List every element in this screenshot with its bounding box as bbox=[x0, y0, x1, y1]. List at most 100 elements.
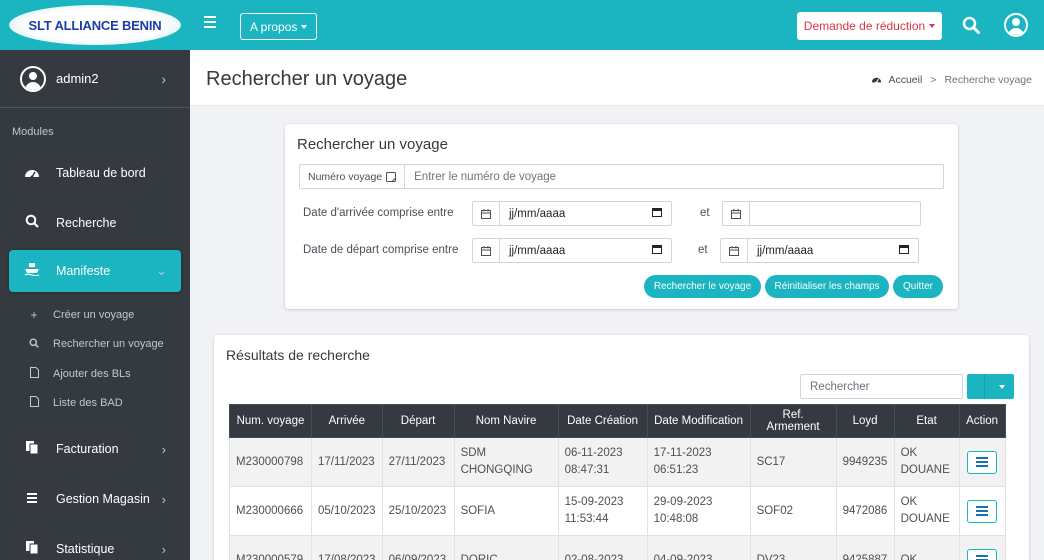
date-value: jj/mm/aaaa bbox=[509, 244, 566, 257]
sidebar-item-label: Statistique bbox=[56, 542, 115, 556]
results-split-main[interactable] bbox=[967, 374, 985, 399]
brand-bar: SLT ALLIANCE BENIN bbox=[0, 0, 190, 50]
cell-arrivee: 05/10/2023 bbox=[311, 486, 383, 536]
sidebar-subitem-label: Créer un voyage bbox=[53, 308, 135, 321]
list-icon bbox=[22, 491, 42, 508]
row-actions-button[interactable] bbox=[967, 499, 998, 523]
sidebar-item-manifeste[interactable]: Manifeste ⌄ bbox=[9, 250, 181, 292]
column-header[interactable]: Départ bbox=[381, 404, 455, 438]
column-header[interactable]: Loyd bbox=[835, 404, 895, 438]
cell-ref-armement: SC17 bbox=[749, 437, 837, 487]
departure-date-from-input[interactable]: jj/mm/aaaa bbox=[500, 239, 671, 262]
sidebar-item-facturation[interactable]: Facturation › bbox=[0, 424, 190, 474]
chevron-down-icon: ⌄ bbox=[156, 263, 167, 278]
sidebar-subitem-liste-bad[interactable]: Liste des BAD bbox=[0, 389, 190, 419]
sidebar-item-recherche[interactable]: Recherche bbox=[0, 198, 190, 248]
cell-num-voyage: M230000666 bbox=[229, 486, 312, 536]
cell-date-modification: 04-09-2023 bbox=[646, 535, 751, 560]
column-header[interactable]: Nom Navire bbox=[453, 404, 559, 438]
cell-action bbox=[958, 437, 1006, 487]
departure-date-to-group: jj/mm/aaaa bbox=[720, 238, 919, 263]
arrival-date-to-group bbox=[722, 201, 921, 226]
caret-down-icon bbox=[929, 24, 936, 28]
cell-nom-navire: SOFIA bbox=[453, 486, 559, 536]
column-header[interactable]: Date Création bbox=[557, 404, 648, 438]
quit-button[interactable]: Quitter bbox=[893, 275, 943, 298]
cell-loyd: 9949235 bbox=[835, 437, 895, 487]
cell-ref-armement: SOF02 bbox=[749, 486, 837, 536]
sidebar-item-label: Facturation bbox=[56, 442, 119, 456]
column-header[interactable]: Etat bbox=[893, 404, 960, 438]
cell-depart: 25/10/2023 bbox=[381, 486, 455, 536]
copy-icon bbox=[22, 440, 42, 458]
sidebar-item-tableau-de-bord[interactable]: Tableau de bord bbox=[0, 148, 190, 198]
hamburger-menu-icon[interactable] bbox=[204, 16, 216, 28]
page-title: Rechercher un voyage bbox=[206, 68, 408, 90]
caret-down-icon bbox=[301, 24, 308, 29]
column-header[interactable]: Ref. Armement bbox=[749, 404, 837, 438]
date-value: jj/mm/aaaa bbox=[757, 244, 814, 257]
results-search-input[interactable]: Rechercher bbox=[800, 374, 963, 399]
column-header[interactable]: Num. voyage bbox=[229, 404, 312, 438]
reset-fields-button[interactable]: Réinitialiser les champs bbox=[765, 275, 889, 298]
chevron-right-icon: › bbox=[161, 70, 166, 87]
apropos-dropdown-button[interactable]: A propos bbox=[240, 13, 318, 40]
cell-etat: OK DOUANE bbox=[893, 437, 960, 487]
sidebar-subitem-label: Ajouter des BLs bbox=[53, 367, 131, 380]
sidebar-item-label: Manifeste bbox=[56, 264, 111, 278]
cell-depart: 06/09/2023 bbox=[381, 535, 455, 560]
column-header[interactable]: Arrivée bbox=[311, 404, 383, 438]
cell-date-creation: 15-09-2023 11:53:44 bbox=[557, 486, 648, 536]
dashboard-icon bbox=[22, 165, 42, 182]
search-icon[interactable] bbox=[962, 16, 980, 34]
results-card: Résultats de recherche Rechercher Num. v… bbox=[214, 335, 1029, 560]
breadcrumb-current: Recherche voyage bbox=[944, 74, 1032, 86]
sidebar-item-statistique[interactable]: Statistique › bbox=[0, 524, 190, 560]
reduction-request-dropdown[interactable]: Demande de réduction bbox=[797, 12, 942, 40]
cell-nom-navire: SDM CHONGQING bbox=[453, 437, 559, 487]
departure-date-to-input[interactable]: jj/mm/aaaa bbox=[748, 239, 918, 262]
sidebar: SLT ALLIANCE BENIN admin2 › Modules Tabl… bbox=[0, 0, 190, 560]
search-icon bbox=[28, 337, 40, 351]
arrival-date-from-input[interactable]: jj/mm/aaaa bbox=[500, 202, 671, 225]
voyage-number-label: Numéro voyage bbox=[300, 165, 406, 188]
voyage-number-group: Numéro voyage Entrer le numéro de voyage bbox=[299, 164, 944, 189]
calendar-icon[interactable] bbox=[899, 244, 909, 257]
arrival-date-to-input[interactable] bbox=[750, 202, 920, 225]
calendar-icon bbox=[721, 239, 748, 262]
voyage-number-input[interactable]: Entrer le numéro de voyage bbox=[405, 165, 943, 188]
chevron-right-icon: › bbox=[161, 441, 166, 457]
calendar-icon[interactable] bbox=[652, 244, 662, 257]
cell-ref-armement: DV23 bbox=[749, 535, 837, 560]
column-header[interactable]: Date Modification bbox=[646, 404, 751, 438]
modules-heading: Modules bbox=[12, 126, 54, 138]
caret-down-icon[interactable] bbox=[985, 374, 1014, 399]
row-actions-button[interactable] bbox=[967, 548, 998, 560]
row-actions-button[interactable] bbox=[967, 450, 998, 474]
cell-etat: OK DOUANE bbox=[893, 486, 960, 536]
chevron-right-icon: › bbox=[161, 541, 166, 557]
sidebar-subitem-rechercher-voyage[interactable]: Rechercher un voyage bbox=[0, 330, 190, 360]
cell-date-modification: 17-11-2023 06:51:23 bbox=[646, 437, 751, 487]
calendar-icon bbox=[473, 202, 500, 225]
breadcrumb-home-link[interactable]: Accueil bbox=[888, 74, 922, 86]
table-row: M230000666 05/10/2023 25/10/2023 SOFIA 1… bbox=[229, 486, 1006, 536]
calendar-icon bbox=[723, 202, 750, 225]
sidebar-item-gestion-magasin[interactable]: Gestion Magasin › bbox=[0, 474, 190, 524]
table-header-row: Num. voyage Arrivée Départ Nom Navire Da… bbox=[229, 404, 1006, 438]
search-icon bbox=[22, 214, 42, 232]
sidebar-subitem-creer-voyage[interactable]: + Créer un voyage bbox=[0, 300, 190, 330]
results-table: Num. voyage Arrivée Départ Nom Navire Da… bbox=[229, 404, 1006, 560]
sidebar-user[interactable]: admin2 › bbox=[0, 50, 190, 108]
cell-date-modification: 29-09-2023 10:48:08 bbox=[646, 486, 751, 536]
search-voyage-button[interactable]: Rechercher le voyage bbox=[644, 275, 761, 298]
sidebar-subitem-ajouter-bls[interactable]: Ajouter des BLs bbox=[0, 359, 190, 389]
user-profile-icon[interactable] bbox=[1004, 13, 1028, 37]
content-header: Rechercher un voyage Accueil > Recherche… bbox=[190, 50, 1044, 106]
brand-logo[interactable]: SLT ALLIANCE BENIN bbox=[9, 5, 181, 45]
calendar-icon[interactable] bbox=[652, 207, 662, 220]
arrival-date-label: Date d'arrivée comprise entre bbox=[303, 207, 454, 219]
results-split-button[interactable] bbox=[967, 374, 1014, 399]
cell-arrivee: 17/08/2023 bbox=[311, 535, 383, 560]
sidebar-item-label: Tableau de bord bbox=[56, 166, 146, 180]
